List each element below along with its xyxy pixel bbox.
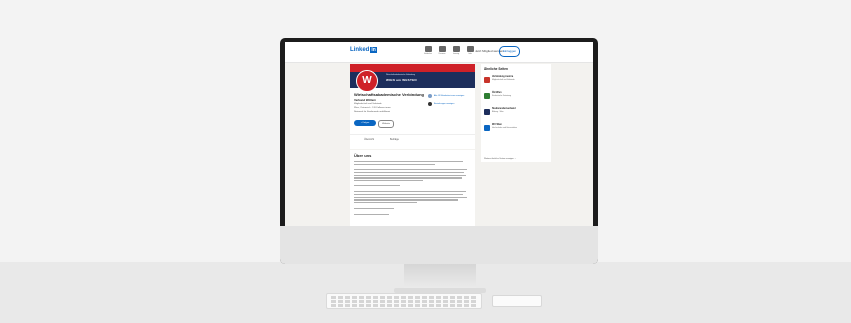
company-logo: W [356, 70, 378, 92]
similar-pages-heading: Ähnliche Seiten [484, 67, 508, 71]
nav-jobs[interactable]: Jobs [463, 54, 477, 55]
compass-icon[interactable] [425, 46, 432, 52]
similar-pages-panel: Ähnliche Seiten Verbindung Austria Mitgl… [481, 64, 551, 162]
monitor-chin [280, 226, 598, 264]
similar-page-item[interactable]: WU Wien Hochschulen und Universitäten [484, 124, 548, 134]
nav-learning[interactable]: Learning [449, 54, 463, 55]
show-more-similar-link[interactable]: Weitere ähnliche Seiten anzeigen ⌄ [484, 158, 516, 160]
about-paragraph [354, 161, 469, 167]
company-info-line: Wien, Österreich · 120 Follower:innen [354, 107, 391, 109]
nav-explore[interactable]: Entdecken [421, 54, 435, 55]
banner-org-text: Wirtschaftsakademische Verbindung [386, 74, 416, 76]
about-paragraph [354, 191, 469, 205]
page-logo-icon [484, 125, 490, 131]
similar-page-item[interactable]: Verbindung Austria Mitgliedschaft und Ve… [484, 76, 548, 86]
page-logo-icon [484, 77, 490, 83]
keyboard [326, 293, 482, 309]
follow-button[interactable]: + Folgen [354, 120, 376, 126]
company-tabs: Übersicht Beiträge [350, 134, 475, 149]
tab-posts[interactable]: Beiträge [390, 138, 399, 141]
about-section: Über uns [350, 150, 475, 226]
page-logo-icon [484, 109, 490, 115]
similar-page-item[interactable]: ÖH Wien Studentische Vertretung [484, 92, 548, 102]
company-subtitle: Verband Wöllern [354, 98, 377, 102]
about-paragraph [354, 214, 469, 217]
company-header-card: Wirtschaftsakademische Verbindung WIEN a… [350, 64, 475, 134]
linkedin-logo[interactable]: Linked in [350, 47, 377, 53]
visit-website-button[interactable]: Website [378, 120, 394, 128]
connections-icon [428, 102, 432, 106]
company-name: Wirtschaftsakademische Verbindung [354, 92, 424, 97]
similar-page-item[interactable]: Studierendenverband Bildung · Wien [484, 108, 548, 118]
sign-in-button[interactable]: Einloggen [499, 46, 520, 57]
about-paragraph [354, 208, 469, 211]
about-paragraph [354, 185, 469, 188]
trackpad [492, 295, 542, 307]
employees-icon [428, 94, 432, 98]
browser-screen: Linked in Entdecken Personen Learning Job… [285, 42, 593, 226]
connections-link[interactable]: Beziehungen anzeigen [434, 103, 454, 105]
tab-overview[interactable]: Übersicht [364, 138, 374, 141]
banner-title: WIEN am WESTEN [386, 78, 417, 82]
top-navigation-bar: Linked in Entdecken Personen Learning Job… [285, 42, 593, 63]
employees-link[interactable]: Alle 13 Mitarbeiter:innen anzeigen [434, 95, 464, 97]
about-paragraph [354, 169, 469, 183]
page-logo-icon [484, 93, 490, 99]
company-info-line: Netzwerk für Studierende und Alumni [354, 111, 391, 113]
play-icon[interactable] [453, 46, 460, 52]
company-info-line: Mitgliedschaft und Verbände [354, 103, 382, 105]
people-icon[interactable] [439, 46, 446, 52]
briefcase-icon[interactable] [467, 46, 474, 52]
nav-people[interactable]: Personen [435, 54, 449, 55]
monitor-stand [404, 264, 476, 290]
about-heading: Über uns [354, 153, 372, 158]
